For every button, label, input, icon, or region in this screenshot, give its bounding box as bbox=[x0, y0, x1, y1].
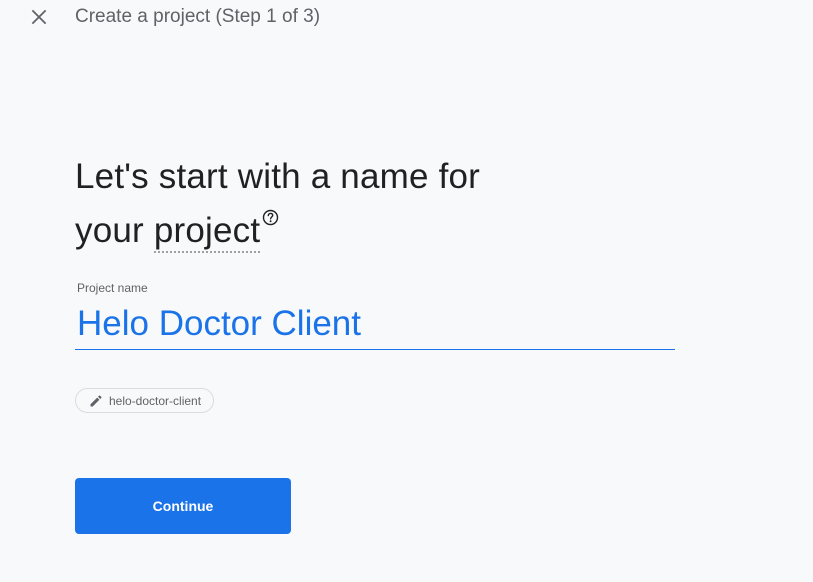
heading-line-2: your project bbox=[75, 204, 480, 258]
help-circle-icon[interactable] bbox=[262, 188, 279, 226]
top-bar: Create a project (Step 1 of 3) bbox=[0, 0, 813, 36]
project-name-input[interactable] bbox=[75, 298, 675, 350]
page-heading: Let's start with a name for your project bbox=[75, 150, 480, 258]
project-id-text: helo-doctor-client bbox=[109, 393, 202, 408]
project-name-label: Project name bbox=[77, 281, 148, 295]
close-icon bbox=[31, 9, 47, 25]
step-title: Create a project (Step 1 of 3) bbox=[75, 6, 321, 27]
close-button[interactable] bbox=[27, 5, 51, 29]
heading-prefix: your bbox=[75, 211, 154, 250]
pencil-icon bbox=[90, 394, 102, 406]
project-id-chip[interactable]: helo-doctor-client bbox=[75, 388, 215, 413]
project-term[interactable]: project bbox=[153, 211, 261, 253]
continue-button[interactable]: Continue bbox=[75, 478, 291, 534]
